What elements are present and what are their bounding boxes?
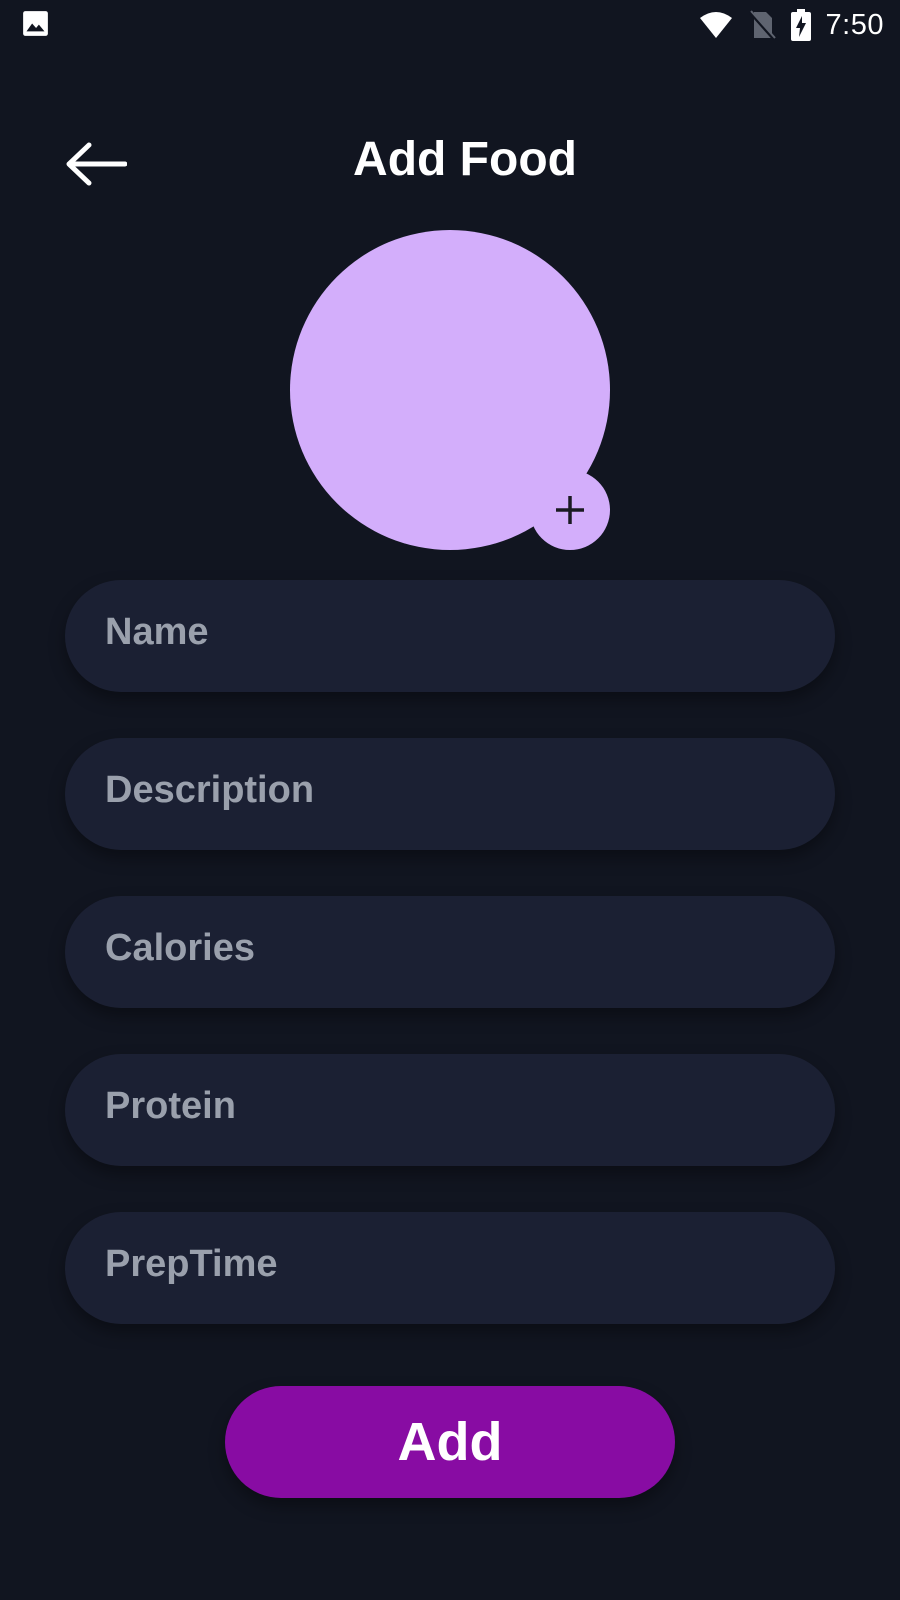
name-input[interactable] bbox=[65, 580, 835, 692]
no-sim-icon bbox=[748, 10, 776, 40]
name-field bbox=[65, 580, 835, 692]
description-field bbox=[65, 738, 835, 850]
preptime-field bbox=[65, 1212, 835, 1324]
status-bar: 7:50 bbox=[0, 0, 900, 50]
plus-icon bbox=[556, 496, 584, 524]
protein-field bbox=[65, 1054, 835, 1166]
status-icons: 7:50 bbox=[698, 6, 884, 44]
preptime-input[interactable] bbox=[65, 1212, 835, 1324]
add-image-button[interactable] bbox=[530, 470, 610, 550]
page-title: Add Food bbox=[353, 133, 577, 186]
wifi-icon bbox=[699, 12, 732, 38]
calories-input[interactable] bbox=[65, 896, 835, 1008]
add-button[interactable]: Add bbox=[225, 1386, 675, 1498]
description-input[interactable] bbox=[65, 738, 835, 850]
calories-field bbox=[65, 896, 835, 1008]
gallery-icon bbox=[23, 11, 48, 36]
battery-charging-icon bbox=[790, 9, 811, 41]
status-time: 7:50 bbox=[825, 8, 884, 41]
protein-input[interactable] bbox=[65, 1054, 835, 1166]
